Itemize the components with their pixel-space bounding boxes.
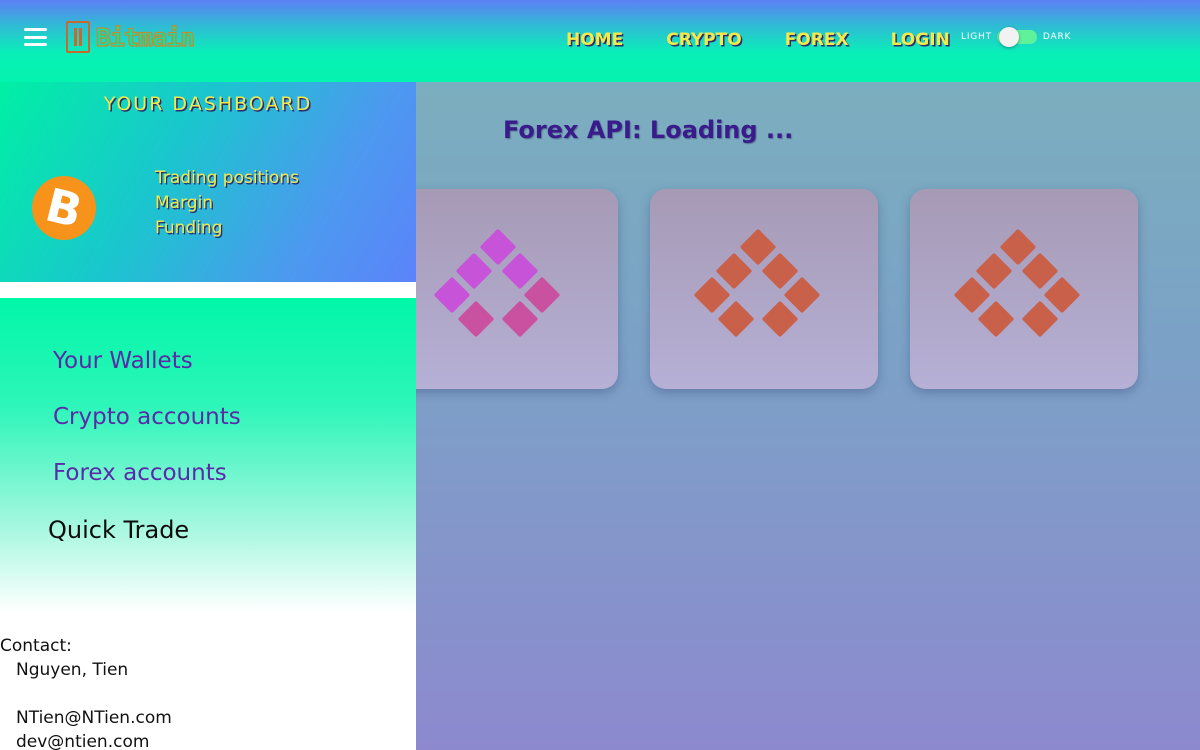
sidebar-item-wallets[interactable]: Your Wallets xyxy=(53,348,193,374)
nav-crypto-link[interactable]: CRYPTO xyxy=(666,30,741,50)
loading-card xyxy=(390,189,618,389)
bitcoin-icon: B xyxy=(25,169,103,247)
sidebar-item-forex-accounts[interactable]: Forex accounts xyxy=(53,460,227,486)
spinner-tile xyxy=(434,277,470,313)
spinner-tile xyxy=(978,301,1014,337)
forex-api-status-title: Forex API: Loading ... xyxy=(503,116,794,144)
spinner-tile xyxy=(762,301,798,337)
hamburger-menu-icon[interactable] xyxy=(24,28,47,46)
spinner-tile xyxy=(784,277,820,313)
spinner-tile xyxy=(524,277,560,313)
spinner-tile xyxy=(1022,253,1058,289)
nav-login-link[interactable]: LOGIN xyxy=(891,30,950,50)
logo-mark-icon xyxy=(66,21,90,53)
spinner-tile xyxy=(976,253,1012,289)
loading-card xyxy=(650,189,878,389)
theme-dark-label: DARK xyxy=(1042,32,1072,42)
theme-light-label: LIGHT xyxy=(961,32,992,42)
trading-positions-link[interactable]: Trading positions xyxy=(155,166,299,191)
app-logo[interactable]: Bitmain xyxy=(66,20,196,54)
spinner-tile xyxy=(694,277,730,313)
spinner-tile xyxy=(458,301,494,337)
nav-forex-link[interactable]: FOREX xyxy=(785,30,849,50)
loading-card xyxy=(910,189,1138,389)
funding-link[interactable]: Funding xyxy=(155,216,299,241)
top-navbar: Bitmain HOME CRYPTO FOREX LOGIN LIGHT DA… xyxy=(0,0,1200,82)
spinner-tile xyxy=(1044,277,1080,313)
spinner-tile xyxy=(502,301,538,337)
spinner-tile xyxy=(1000,229,1036,265)
dashboard-links: Trading positions Margin Funding xyxy=(155,166,299,241)
sidebar-item-quick-trade[interactable]: Quick Trade xyxy=(48,516,189,544)
margin-link[interactable]: Margin xyxy=(155,191,299,216)
main-nav: HOME CRYPTO FOREX LOGIN xyxy=(566,30,950,50)
contact-email[interactable]: dev@ntien.com xyxy=(16,732,149,750)
loading-spinner-icon xyxy=(694,229,820,337)
sidebar-menu: Your Wallets Crypto accounts Forex accou… xyxy=(0,298,416,612)
spinner-tile xyxy=(480,229,516,265)
spinner-tile xyxy=(718,301,754,337)
bitcoin-symbol: B xyxy=(40,177,88,239)
contact-name: Nguyen, Tien xyxy=(16,660,129,680)
loading-spinner-icon xyxy=(954,229,1080,337)
dashboard-title: YOUR DASHBOARD xyxy=(103,93,313,115)
spinner-tile xyxy=(502,253,538,289)
nav-home-link[interactable]: HOME xyxy=(566,30,623,50)
spinner-tile xyxy=(954,277,990,313)
contact-email[interactable]: NTien@NTien.com xyxy=(16,708,172,728)
spinner-tile xyxy=(1022,301,1058,337)
logo-text: Bitmain xyxy=(95,22,196,52)
spinner-tile xyxy=(456,253,492,289)
toggle-knob[interactable] xyxy=(998,27,1019,47)
theme-switch: LIGHT DARK xyxy=(961,27,1072,47)
spinner-tile xyxy=(762,253,798,289)
sidebar-item-crypto-accounts[interactable]: Crypto accounts xyxy=(53,404,241,430)
spinner-tile xyxy=(740,229,776,265)
contact-label: Contact: xyxy=(0,636,72,656)
loading-spinner-icon xyxy=(434,229,560,337)
dashboard-panel: YOUR DASHBOARD B Trading positions Margi… xyxy=(0,82,416,282)
theme-toggle[interactable] xyxy=(996,27,1037,47)
spinner-tile xyxy=(716,253,752,289)
sidebar-drawer: YOUR DASHBOARD B Trading positions Margi… xyxy=(0,82,416,750)
